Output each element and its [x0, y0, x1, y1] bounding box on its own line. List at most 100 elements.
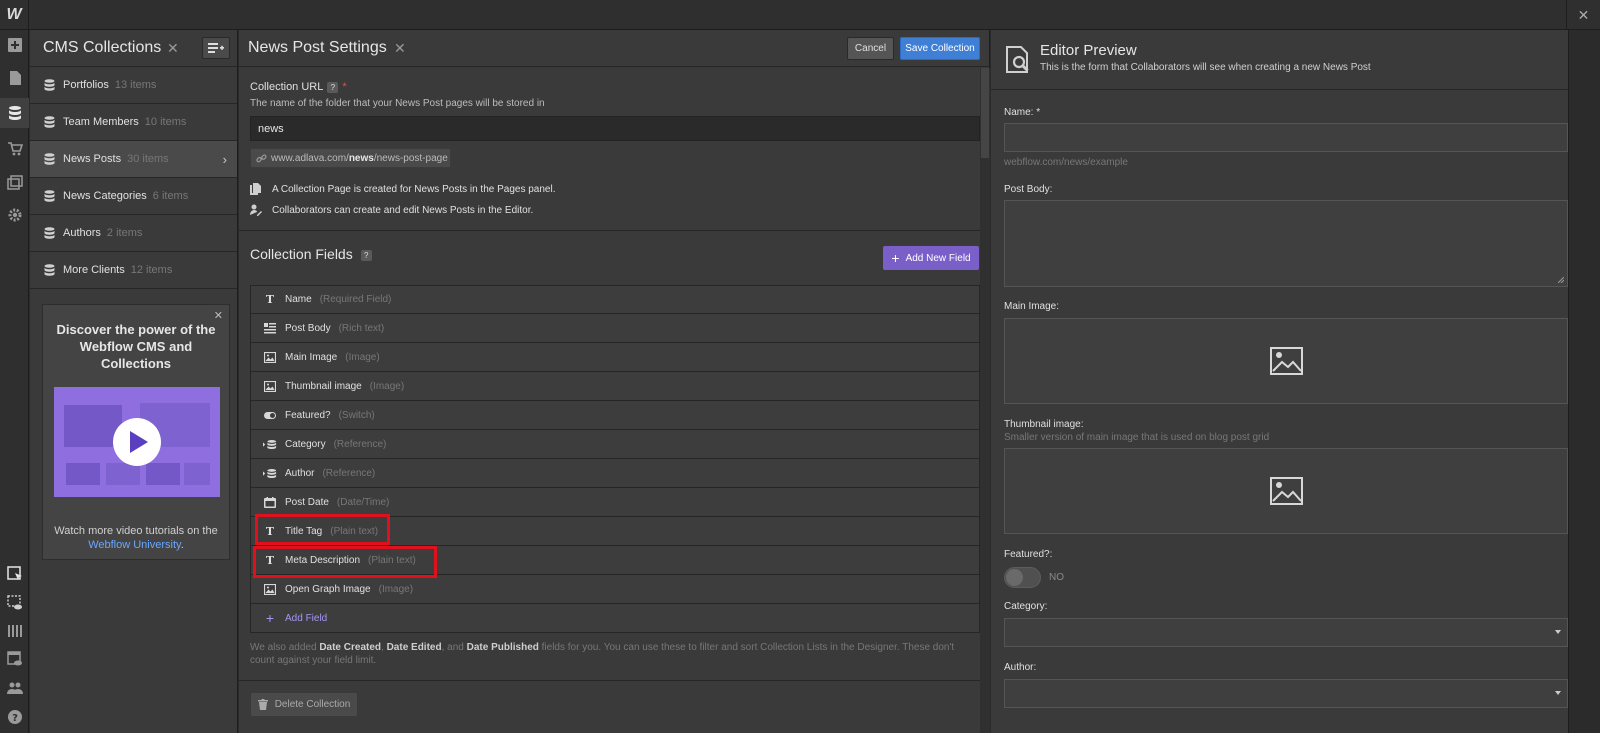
field-name: Thumbnail image: [285, 380, 362, 392]
collection-count: 13 items: [114, 79, 157, 91]
chevron-down-icon: [1555, 630, 1561, 634]
collection-item-more-clients[interactable]: More Clients 12 items: [30, 252, 237, 289]
settings-icon[interactable]: [0, 200, 29, 230]
collection-url-description: The name of the folder that your News Po…: [250, 98, 545, 109]
editor-icon[interactable]: [0, 644, 29, 674]
plus-icon: +: [891, 250, 900, 266]
field-main-image[interactable]: Main Image (Image): [250, 343, 980, 372]
add-collection-icon: [208, 43, 224, 53]
users-icon[interactable]: [0, 673, 29, 703]
help-icon[interactable]: ?: [0, 702, 29, 732]
collection-count: 12 items: [130, 264, 173, 276]
scrollbar-thumb[interactable]: [981, 68, 989, 158]
pages-icon[interactable]: [0, 63, 29, 93]
collection-item-news-categories[interactable]: News Categories 6 items: [30, 178, 237, 215]
collection-url-label: Collection URL? *: [250, 81, 347, 93]
right-edge-panel: [1568, 30, 1600, 733]
resize-handle-icon[interactable]: [1558, 277, 1564, 283]
close-designer-icon[interactable]: ✕: [1566, 0, 1600, 30]
reference-icon: [263, 438, 277, 450]
collection-db-icon: [44, 190, 55, 202]
field-name: Post Date: [285, 496, 329, 508]
cms-promo-card: ✕ Discover the power of the Webflow CMS …: [42, 304, 230, 560]
cms-icon[interactable]: [0, 98, 29, 128]
toggle-knob: [1006, 569, 1023, 586]
cms-panel-close-icon[interactable]: ✕: [167, 40, 179, 57]
select-icon[interactable]: [0, 559, 29, 589]
collection-count: 10 items: [144, 116, 187, 128]
collection-count: 2 items: [106, 227, 143, 239]
add-field-row[interactable]: + Add Field: [250, 604, 980, 633]
highlight-meta-description: [253, 546, 437, 578]
settings-header: News Post Settings ✕ Cancel Save Collect…: [239, 30, 990, 67]
field-type: (Date/Time): [336, 496, 390, 508]
collection-db-icon: [44, 79, 55, 91]
footer-divider: [239, 680, 980, 681]
cms-panel-title: CMS Collections: [43, 39, 162, 56]
collection-item-team-members[interactable]: Team Members 10 items: [30, 104, 237, 141]
post-body-textarea[interactable]: [1004, 200, 1568, 287]
settings-scrollbar[interactable]: [980, 68, 990, 733]
fields-help-icon[interactable]: ?: [360, 249, 372, 261]
webflow-logo[interactable]: W: [0, 0, 29, 30]
preview-icon[interactable]: [0, 588, 29, 618]
collection-db-icon: [44, 264, 55, 276]
cancel-button[interactable]: Cancel: [847, 37, 894, 60]
image-icon: [263, 351, 277, 363]
promo-title: Discover the power of the Webflow CMS an…: [56, 322, 216, 371]
author-select[interactable]: [1004, 679, 1568, 708]
field-thumbnail-image[interactable]: Thumbnail image (Image): [250, 372, 980, 401]
featured-toggle[interactable]: [1004, 567, 1041, 588]
field-name: Category: [285, 438, 326, 450]
settings-close-icon[interactable]: ✕: [394, 40, 406, 57]
field-name: Name: [285, 294, 312, 305]
field-type: (Image): [378, 583, 414, 595]
save-collection-button[interactable]: Save Collection: [900, 37, 980, 60]
left-toolbar: ?: [0, 30, 29, 733]
name-slug-hint: webflow.com/news/example: [1004, 157, 1128, 168]
collection-item-portfolios[interactable]: Portfolios 13 items: [30, 67, 237, 104]
field-featured-[interactable]: Featured? (Switch): [250, 401, 980, 430]
add-panel-icon[interactable]: [0, 30, 29, 60]
collection-count: 30 items: [127, 153, 169, 165]
field-type: (Reference): [322, 467, 376, 479]
collection-url-input[interactable]: news: [250, 116, 980, 141]
ecommerce-icon[interactable]: [0, 134, 29, 164]
svg-text:?: ?: [12, 713, 18, 724]
name-input[interactable]: [1004, 123, 1568, 152]
assets-icon[interactable]: [0, 168, 29, 198]
collection-item-authors[interactable]: Authors 2 items: [30, 215, 237, 252]
field-type: (Image): [345, 351, 380, 363]
rich-text-icon: [263, 322, 277, 334]
collection-fields-title: Collection Fields?: [250, 246, 372, 262]
main-image-upload[interactable]: [1004, 318, 1568, 404]
post-body-label: Post Body:: [1004, 184, 1053, 195]
image-placeholder-icon: [1269, 477, 1303, 505]
thumbnail-image-upload[interactable]: [1004, 448, 1568, 534]
collection-url-preview[interactable]: www.adlava.com/news/news-post-page: [250, 148, 451, 168]
field-type: (Image): [369, 380, 405, 392]
field-category[interactable]: Category (Reference): [250, 430, 980, 459]
field-author[interactable]: Author (Reference): [250, 459, 980, 488]
help-icon[interactable]: ?: [327, 81, 339, 93]
collaborators-info: Collaborators can create and edit News P…: [250, 204, 533, 216]
category-select[interactable]: [1004, 618, 1568, 647]
audit-icon[interactable]: [0, 616, 29, 646]
add-collection-button[interactable]: [202, 37, 230, 59]
field-open-graph-image[interactable]: Open Graph Image (Image): [250, 575, 980, 604]
reference-icon: [263, 467, 277, 479]
highlight-title-tag: [255, 514, 390, 545]
delete-collection-button[interactable]: Delete Collection: [250, 692, 358, 717]
collection-item-news-posts[interactable]: News Posts 30 items ›: [30, 141, 237, 178]
field-post-body[interactable]: Post Body (Rich text): [250, 314, 980, 343]
trash-icon: [257, 699, 268, 710]
add-new-field-button[interactable]: + Add New Field: [883, 246, 979, 270]
field-post-date[interactable]: Post Date (Date/Time): [250, 488, 980, 517]
webflow-university-link[interactable]: Webflow University: [88, 539, 181, 551]
pages-copy-icon: [250, 183, 261, 195]
promo-video-thumbnail[interactable]: [54, 387, 220, 497]
field-name: Author: [285, 467, 315, 479]
collection-list: Portfolios 13 items Team Members 10 items Ne…: [30, 67, 237, 289]
field-name[interactable]: T Name (Required Field): [250, 285, 980, 314]
main-image-label: Main Image:: [1004, 301, 1060, 312]
